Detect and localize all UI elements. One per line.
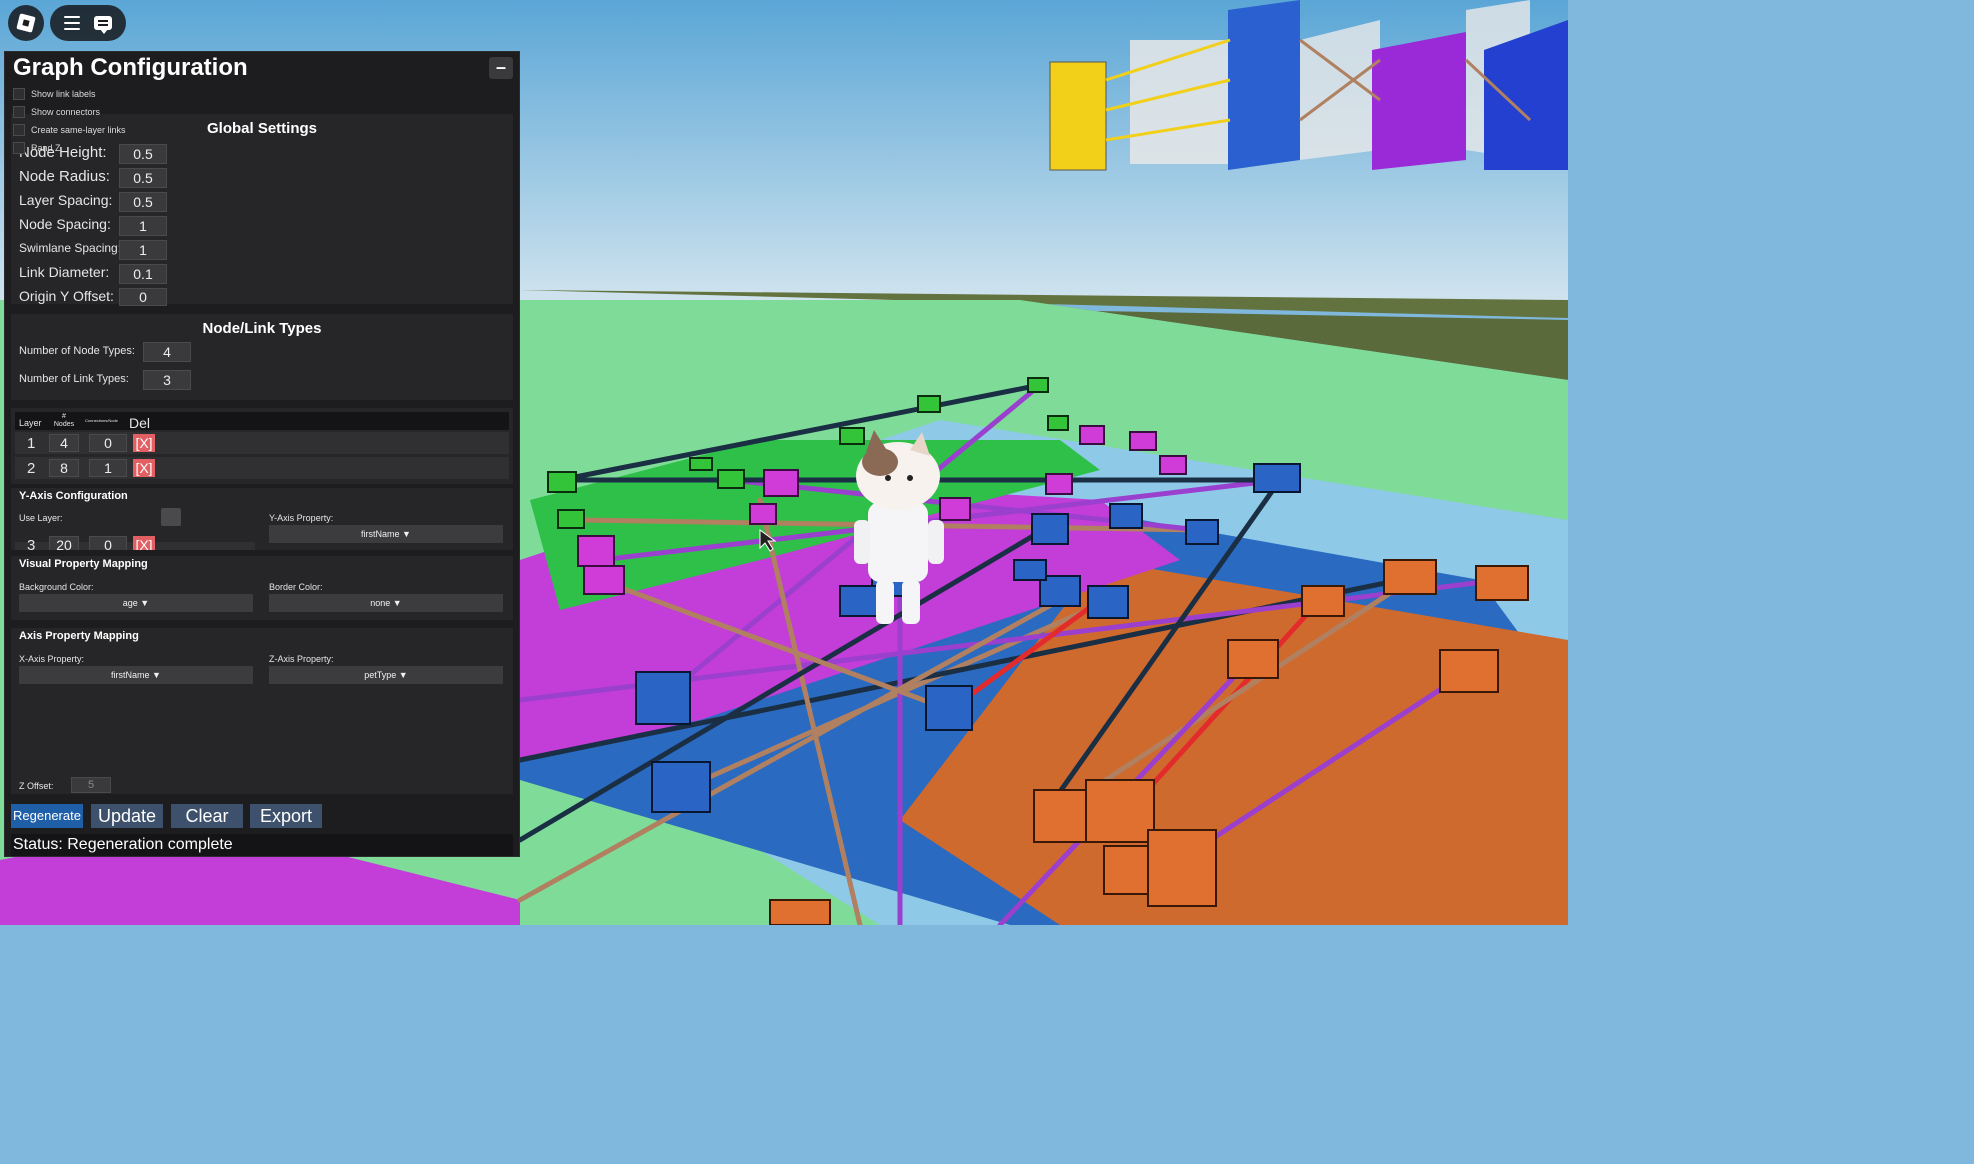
- layer-header: Layer: [19, 418, 42, 428]
- layer-spacing-input[interactable]: 0.5: [119, 192, 167, 212]
- show-connectors-label: Show connectors: [31, 107, 101, 117]
- same-layer-links-checkbox[interactable]: [13, 124, 25, 136]
- layer-connections-input[interactable]: 0: [89, 536, 127, 550]
- node-link-types-section: Node/Link Types Number of Node Types: 4 …: [11, 314, 513, 400]
- node-radius-label: Node Radius:: [19, 168, 110, 185]
- roblox-menu-button[interactable]: [8, 5, 44, 41]
- border-color-dropdown[interactable]: none ▼: [269, 594, 503, 612]
- swimlane-spacing-label: Swimlane Spacing:: [19, 241, 122, 255]
- node-link-types-title: Node/Link Types: [202, 320, 322, 337]
- origin-y-offset-label: Origin Y Offset:: [19, 288, 114, 304]
- x-axis-property-dropdown[interactable]: firstName ▼: [19, 666, 253, 684]
- panel-title: Graph Configuration: [13, 54, 248, 81]
- y-axis-config-title: Y-Axis Configuration: [19, 490, 128, 502]
- node-types-label: Number of Node Types:: [19, 345, 135, 357]
- layer-nodes-input[interactable]: 8: [49, 459, 79, 477]
- delete-layer-button[interactable]: [X]: [133, 459, 155, 477]
- minimize-button[interactable]: –: [489, 57, 513, 79]
- node-spacing-input[interactable]: 1: [119, 216, 167, 236]
- background-color-dropdown[interactable]: age ▼: [19, 594, 253, 612]
- layer-number: 3: [27, 537, 36, 550]
- layer-connections-input[interactable]: 0: [89, 434, 127, 452]
- link-diameter-input[interactable]: 0.1: [119, 264, 167, 284]
- delete-header: Del: [129, 415, 151, 431]
- layer-number: 1: [27, 435, 36, 452]
- rand-z-label: Rand Z: [31, 143, 61, 153]
- show-connectors-checkbox[interactable]: [13, 106, 25, 118]
- show-link-labels-checkbox[interactable]: [13, 88, 25, 100]
- layer-number: 2: [27, 460, 36, 477]
- z-axis-property-dropdown[interactable]: petType ▼: [269, 666, 503, 684]
- y-axis-property-label: Y-Axis Property:: [269, 513, 334, 523]
- layer-row: 1 4 0 [X]: [15, 432, 509, 454]
- hamburger-menu-icon[interactable]: [64, 16, 80, 30]
- nodes-header: # Nodes: [53, 413, 75, 428]
- layer-connections-input[interactable]: 1: [89, 459, 127, 477]
- y-axis-config-section: Y-Axis Configuration Use Layer: Y-Axis P…: [11, 488, 513, 550]
- show-link-labels-label: Show link labels: [31, 89, 96, 99]
- node-types-input[interactable]: 4: [143, 342, 191, 362]
- use-layer-checkbox[interactable]: [161, 508, 181, 526]
- connections-header: Connections/Node: [85, 418, 118, 423]
- layer-nodes-input[interactable]: 20: [49, 536, 79, 550]
- global-settings-section: Global Settings Node Height: 0.5 Node Ra…: [11, 114, 513, 306]
- z-axis-property-label: Z-Axis Property:: [269, 654, 334, 664]
- layer-row: 2 8 1 [X]: [15, 457, 509, 479]
- delete-layer-button[interactable]: [X]: [133, 536, 155, 550]
- visual-mapping-section: Visual Property Mapping Background Color…: [11, 556, 513, 620]
- clear-button[interactable]: Clear: [171, 804, 243, 828]
- border-color-label: Border Color:: [269, 582, 323, 592]
- update-button[interactable]: Update: [91, 804, 163, 828]
- same-layer-links-label: Create same-layer links: [31, 125, 126, 135]
- roblox-logo-icon: [16, 13, 36, 33]
- link-types-input[interactable]: 3: [143, 370, 191, 390]
- rand-z-checkbox[interactable]: [13, 142, 25, 154]
- visual-mapping-title: Visual Property Mapping: [19, 558, 148, 570]
- background-color-label: Background Color:: [19, 582, 94, 592]
- origin-y-offset-input[interactable]: 0: [119, 288, 167, 306]
- y-axis-property-dropdown[interactable]: firstName ▼: [269, 525, 503, 543]
- layer-row: 3 20 0 [X]: [15, 536, 255, 550]
- layer-table: Layer # Nodes Connections/Node Del 1 4 0…: [11, 408, 513, 484]
- axis-mapping-section: Axis Property Mapping X-Axis Property: f…: [11, 628, 513, 794]
- swimlane-spacing-input[interactable]: 1: [119, 240, 167, 260]
- graph-configuration-panel: Graph Configuration – Global Settings No…: [4, 51, 520, 857]
- node-radius-input[interactable]: 0.5: [119, 168, 167, 188]
- layer-nodes-input[interactable]: 4: [49, 434, 79, 452]
- axis-mapping-title: Axis Property Mapping: [19, 630, 139, 642]
- delete-layer-button[interactable]: [X]: [133, 434, 155, 452]
- topbar-buttons: [50, 5, 126, 41]
- export-button[interactable]: Export: [250, 804, 322, 828]
- z-offset-input[interactable]: 5: [71, 777, 111, 793]
- link-types-label: Number of Link Types:: [19, 373, 129, 385]
- chat-icon[interactable]: [94, 16, 112, 34]
- status-bar: Status: Regeneration complete: [11, 834, 513, 856]
- x-axis-property-label: X-Axis Property:: [19, 654, 85, 664]
- node-spacing-label: Node Spacing:: [19, 216, 111, 232]
- use-layer-label: Use Layer:: [19, 513, 63, 523]
- layer-spacing-label: Layer Spacing:: [19, 192, 113, 208]
- node-height-input[interactable]: 0.5: [119, 144, 167, 164]
- z-offset-label: Z Offset:: [19, 781, 54, 791]
- regenerate-button[interactable]: Regenerate: [11, 804, 83, 828]
- link-diameter-label: Link Diameter:: [19, 264, 110, 280]
